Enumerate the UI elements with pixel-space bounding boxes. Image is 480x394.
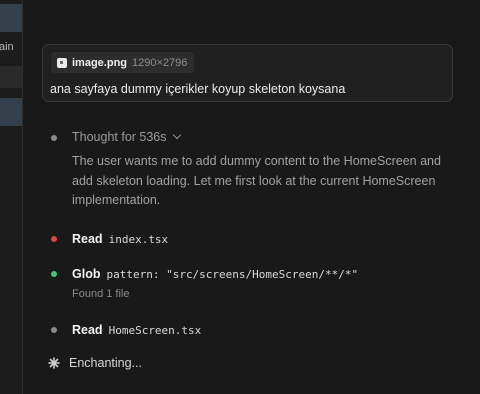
- user-message-text: ana sayfaya dummy içerikler koyup skelet…: [50, 82, 346, 96]
- status-text: Enchanting...: [69, 356, 142, 370]
- chevron-down-icon: [172, 130, 181, 140]
- sidebar-fragment: ain: [0, 0, 23, 394]
- sidebar-item-thumbnail[interactable]: [0, 4, 22, 32]
- sidebar-item-thumbnail[interactable]: [0, 98, 22, 126]
- thought-body: The user wants me to add dummy content t…: [72, 154, 441, 207]
- tool-argument: index.tsx: [108, 233, 169, 246]
- user-message: image.png 1290×2796 ana sayfaya dummy iç…: [42, 44, 453, 102]
- step-status-dot: [51, 271, 57, 277]
- tool-step-read[interactable]: Read index.tsx: [72, 232, 168, 246]
- step-status-dot: [51, 135, 57, 141]
- tool-step-read[interactable]: Read HomeScreen.tsx: [72, 323, 201, 337]
- attachment-name: image.png: [72, 56, 128, 69]
- attachment-chip[interactable]: image.png 1290×2796: [51, 52, 195, 73]
- thought-label: Thought for 536s: [72, 130, 167, 144]
- tool-name: Read: [72, 323, 103, 337]
- tool-argument: HomeScreen.tsx: [108, 324, 202, 337]
- thought-toggle[interactable]: Thought for 536s: [72, 130, 181, 144]
- chat-panel: ain image.png 1290×2796 ana sayfaya dumm…: [0, 0, 480, 394]
- sidebar-item[interactable]: [0, 66, 22, 88]
- attachment-dimensions: 1290×2796: [132, 56, 188, 69]
- tool-name: Read: [72, 232, 103, 246]
- sidebar-item-label[interactable]: ain: [0, 41, 14, 53]
- tool-name: Glob: [72, 267, 101, 281]
- image-file-icon: [57, 57, 67, 68]
- status-indicator: Enchanting...: [48, 356, 142, 370]
- tool-step-glob[interactable]: Glob pattern: "src/screens/HomeScreen/**/…: [72, 267, 358, 281]
- step-status-dot: [51, 236, 57, 242]
- sparkle-icon: [48, 357, 60, 369]
- step-status-dot: [51, 327, 57, 333]
- tool-argument: pattern: "src/screens/HomeScreen/**/*": [106, 268, 359, 281]
- tool-result: Found 1 file: [72, 288, 130, 300]
